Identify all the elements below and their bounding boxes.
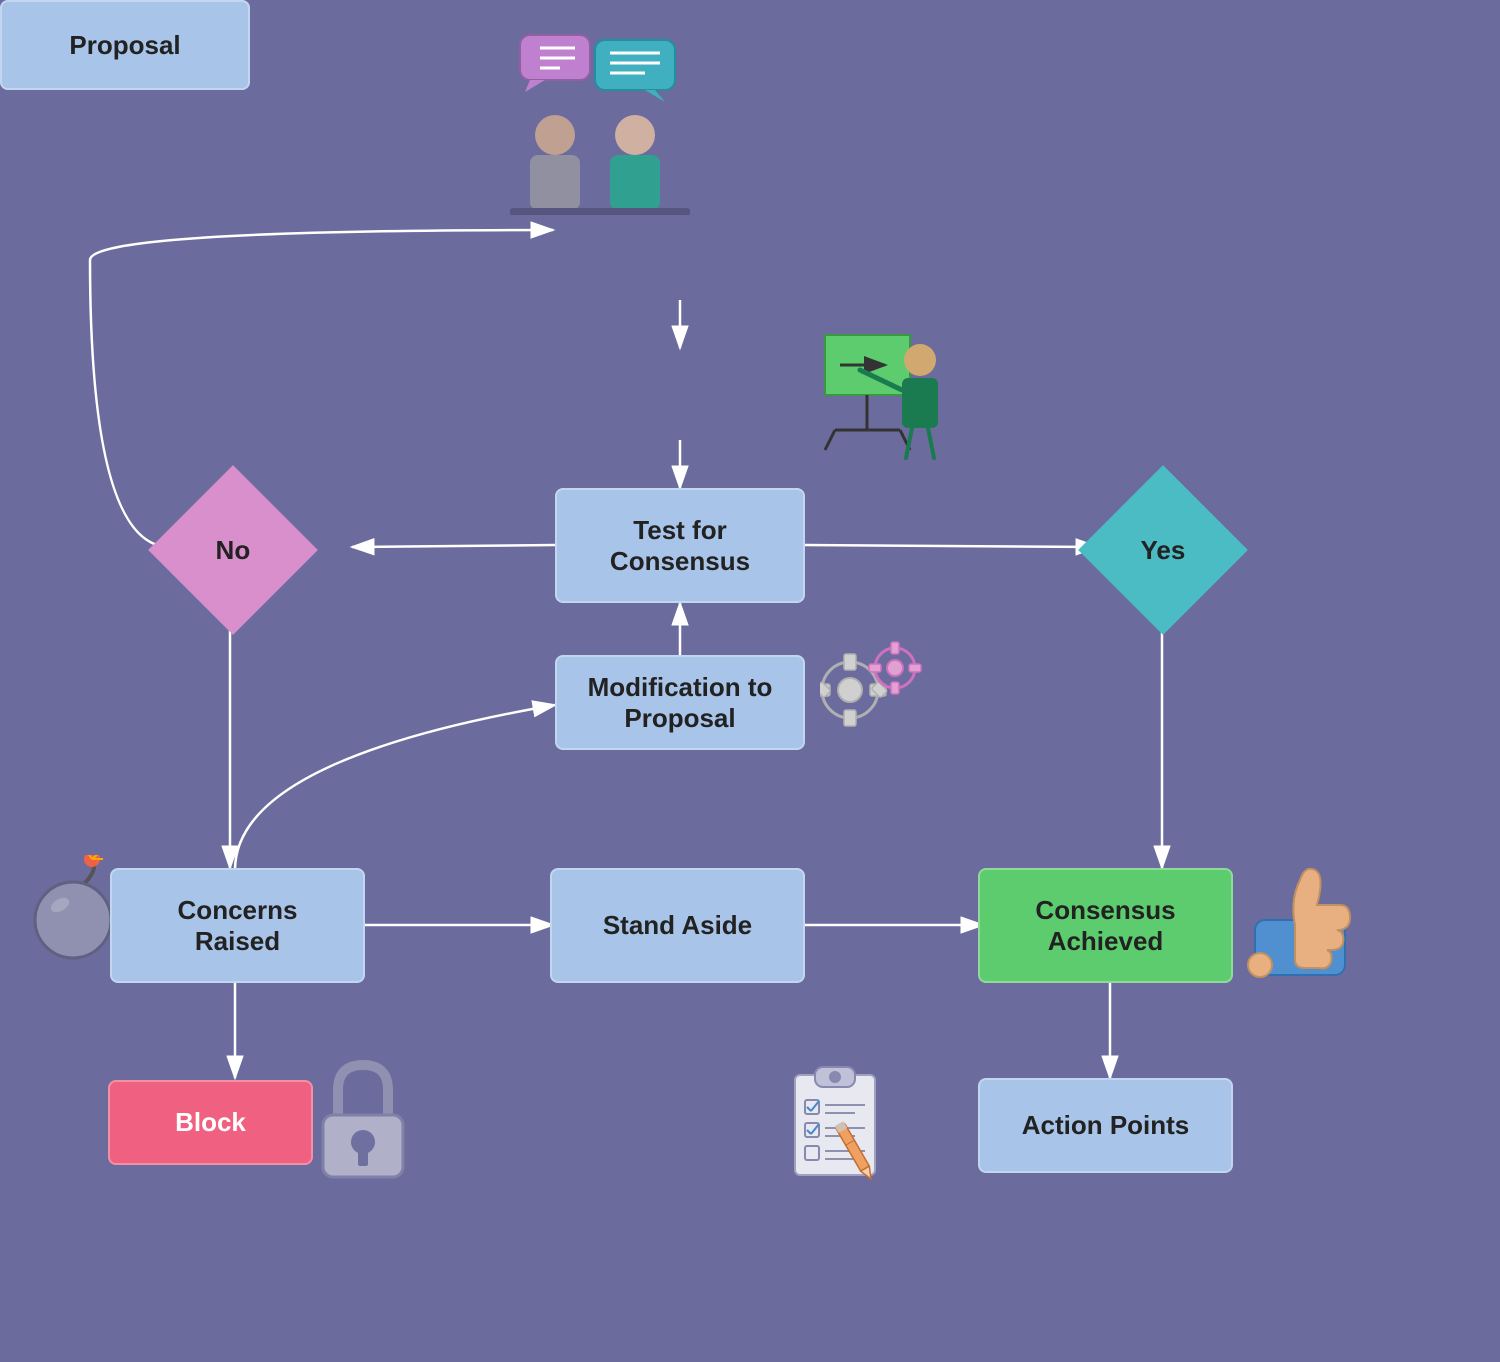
consensus-test-label: Test forConsensus (610, 515, 750, 577)
yes-label: Yes (1141, 534, 1186, 565)
consensus-test-box: Test forConsensus (555, 488, 805, 603)
diagram-container: Discussion Proposal Test forConsensus (0, 0, 1500, 1362)
gears-icon (820, 640, 940, 740)
concerns-raised-label: ConcernsRaised (178, 895, 298, 957)
modification-label: Modification toProposal (588, 672, 773, 734)
no-diamond-shape: No (148, 465, 318, 635)
block-label: Block (175, 1107, 246, 1138)
consensus-achieved-label: ConsensusAchieved (1035, 895, 1175, 957)
stand-aside-box: Stand Aside (550, 868, 805, 983)
bomb-icon (28, 855, 118, 965)
block-box: Block (108, 1080, 313, 1165)
no-diamond: No (168, 485, 298, 615)
stand-aside-label: Stand Aside (603, 910, 752, 941)
discussion-icon (500, 30, 700, 215)
action-points-label: Action Points (1022, 1110, 1190, 1141)
no-label: No (216, 534, 251, 565)
checklist-icon (780, 1055, 910, 1195)
concerns-raised-box: ConcernsRaised (110, 868, 365, 983)
yes-diamond: Yes (1098, 485, 1228, 615)
thumbsup-icon (1245, 850, 1355, 980)
padlock-icon (318, 1060, 408, 1180)
presenter-icon (820, 320, 950, 460)
action-points-box: Action Points (978, 1078, 1233, 1173)
proposal-label: Proposal (69, 30, 180, 61)
yes-diamond-shape: Yes (1078, 465, 1248, 635)
proposal-box: Proposal (0, 0, 250, 90)
modification-box: Modification toProposal (555, 655, 805, 750)
consensus-achieved-box: ConsensusAchieved (978, 868, 1233, 983)
